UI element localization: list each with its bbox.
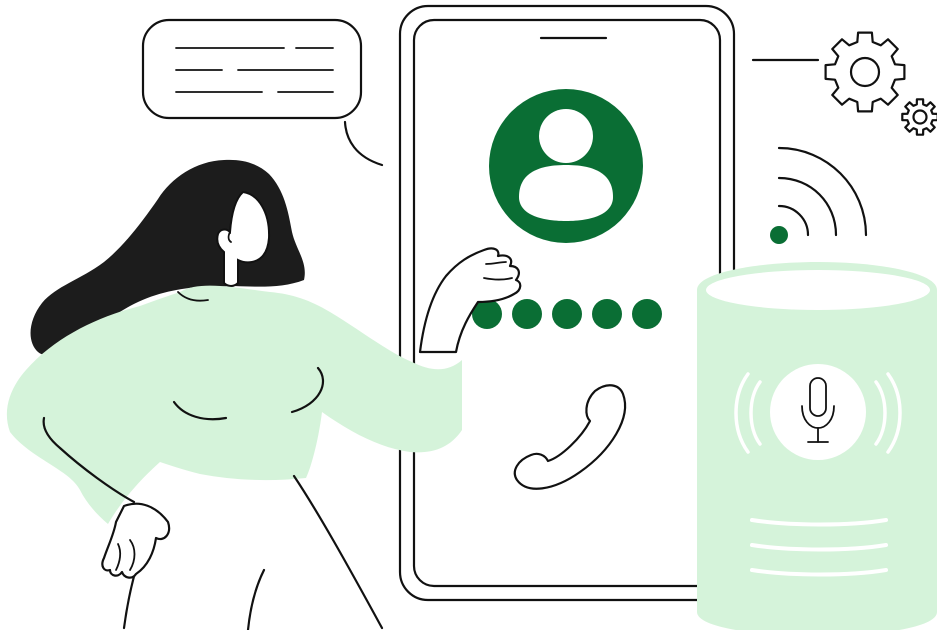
microphone-icon <box>770 364 866 460</box>
smart-speaker <box>697 262 937 630</box>
woman-figure <box>6 159 522 630</box>
wifi-signal-icon <box>770 146 868 244</box>
avatar-icon <box>489 89 643 243</box>
raised-hand <box>418 247 522 354</box>
speech-bubble-text-lines <box>175 47 334 93</box>
pin-dot <box>552 299 582 329</box>
speech-bubble <box>141 18 384 167</box>
pin-dot <box>592 299 622 329</box>
pin-dots <box>472 299 662 329</box>
gear-small-icon <box>901 98 937 136</box>
gear-icon <box>824 31 906 113</box>
phone-handset-icon <box>513 384 627 490</box>
voice-assistant-illustration <box>6 4 937 630</box>
pin-dot <box>632 299 662 329</box>
pin-dot <box>512 299 542 329</box>
